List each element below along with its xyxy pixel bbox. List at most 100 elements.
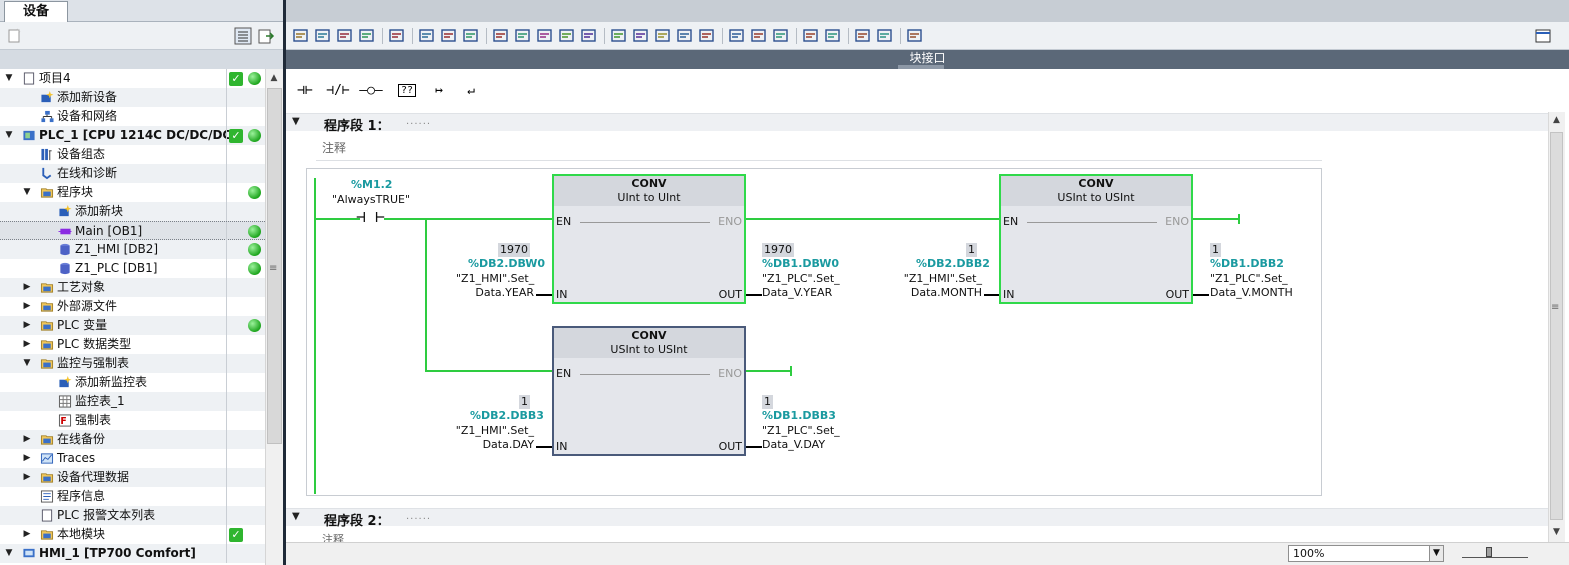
tree-item[interactable]: Main [OB1] (0, 221, 265, 241)
expanded-arrow-icon[interactable]: ▼ (4, 69, 14, 88)
expanded-arrow-icon[interactable]: ▼ (22, 354, 32, 373)
maximize-panel-icon[interactable] (1534, 27, 1552, 45)
export-icon[interactable] (257, 27, 275, 45)
conv-block-year[interactable]: CONV UInt to UInt EN ENO IN OUT (552, 174, 746, 304)
scroll-down-icon[interactable]: ▼ (1549, 525, 1564, 540)
close-branch-button[interactable]: ↵ (456, 78, 486, 104)
monitor-on-icon[interactable] (728, 27, 746, 45)
in-address[interactable]: %DB2.DBB3 (470, 409, 544, 422)
tree-item[interactable]: Z1_PLC [DB1] (0, 259, 265, 278)
expanded-arrow-icon[interactable]: ▼ (4, 544, 14, 563)
in-tag[interactable]: "Z1_HMI".Set_ Data.DAY (452, 424, 534, 452)
empty-box-icon[interactable] (536, 27, 554, 45)
network-comment[interactable]: 注释 (322, 139, 346, 156)
open-all-networks-icon[interactable] (418, 27, 436, 45)
out-tag[interactable]: "Z1_PLC".Set_ Data_V.MONTH (1210, 272, 1293, 300)
tree-item[interactable]: 添加新监控表 (0, 373, 265, 392)
block-interface-bar[interactable]: 块接口 (286, 50, 1569, 69)
in-address[interactable]: %DB2.DBW0 (468, 257, 545, 270)
zoom-slider-thumb[interactable] (1486, 547, 1492, 557)
absolute-operands-icon[interactable] (492, 27, 510, 45)
open-branch-icon[interactable] (558, 27, 576, 45)
conv-block-month[interactable]: CONV USInt to USInt EN ENO IN OUT (999, 174, 1193, 304)
tree-item[interactable]: 添加新设备 (0, 88, 265, 107)
chevron-down-icon[interactable]: ▼ (1429, 546, 1443, 561)
collapsed-arrow-icon[interactable]: ▶ (22, 430, 32, 449)
collapsed-arrow-icon[interactable]: ▶ (22, 525, 32, 544)
editor-scroll-thumb[interactable] (1550, 132, 1563, 520)
splitter-handle[interactable] (898, 65, 944, 69)
coil-button[interactable]: —○— (356, 78, 386, 104)
collapsed-arrow-icon[interactable]: ▶ (22, 449, 32, 468)
tab-devices[interactable]: 设备 (4, 1, 68, 22)
tree-item[interactable]: 设备组态 (0, 145, 265, 164)
tree-item[interactable]: ▶ 在线备份 (0, 430, 265, 449)
tree-item[interactable]: ▼ 监控与强制表 (0, 354, 265, 373)
tree-item[interactable]: ▶ Traces (0, 449, 265, 468)
tree-item[interactable]: F 强制表 (0, 411, 265, 430)
zoom-slider[interactable] (1462, 550, 1528, 558)
generate-sources-icon[interactable] (906, 27, 924, 45)
tree-item[interactable]: 程序信息 (0, 487, 265, 506)
network-title-placeholder[interactable]: ...... (406, 116, 431, 127)
tree-item[interactable]: ▶ 工艺对象 (0, 278, 265, 297)
nc-contact-button[interactable]: ⊣/⊢ (323, 78, 353, 104)
close-all-networks-icon[interactable] (440, 27, 458, 45)
monitor-off-icon[interactable] (750, 27, 768, 45)
network-comments-icon[interactable] (462, 27, 480, 45)
collapsed-arrow-icon[interactable]: ▶ (22, 468, 32, 487)
in-tag[interactable]: "Z1_HMI".Set_ Data.MONTH (898, 272, 982, 300)
go-to-prev-error-icon[interactable] (632, 27, 650, 45)
out-address[interactable]: %DB1.DBB2 (1210, 257, 1284, 270)
collapsed-arrow-icon[interactable]: ▶ (22, 316, 32, 335)
insert-row-icon[interactable] (336, 27, 354, 45)
network-1-header[interactable]: ▼ 程序段 1： ...... (286, 113, 1548, 134)
tree-item[interactable]: ▶ PLC 变量 (0, 316, 265, 335)
out-tag[interactable]: "Z1_PLC".Set_ Data_V.YEAR (762, 272, 840, 300)
collapse-triangle-icon[interactable]: ▼ (292, 511, 300, 522)
favorites-icon[interactable] (514, 27, 532, 45)
compare-icon[interactable] (676, 27, 694, 45)
tree-item[interactable]: ▶ PLC 数据类型 (0, 335, 265, 354)
collapsed-arrow-icon[interactable]: ▶ (22, 297, 32, 316)
update-call-icon[interactable] (654, 27, 672, 45)
no-contact-button[interactable]: ⊣⊢ (290, 78, 320, 104)
skip-icon[interactable] (824, 27, 842, 45)
collapsed-arrow-icon[interactable]: ▶ (22, 335, 32, 354)
in-address[interactable]: %DB2.DBB2 (916, 257, 990, 270)
open-branch-button[interactable]: ↦ (424, 78, 454, 104)
out-tag[interactable]: "Z1_PLC".Set_ Data_V.DAY (762, 424, 840, 452)
tree-item[interactable]: ▼ HMI_1 [TP700 Comfort] (0, 544, 265, 563)
close-branch-icon[interactable] (580, 27, 598, 45)
conv-block-day[interactable]: CONV USInt to USInt EN ENO IN OUT (552, 326, 746, 456)
block-types[interactable]: USInt to USInt (554, 343, 744, 357)
tree-item[interactable]: ▶ 设备代理数据 (0, 468, 265, 487)
out-address[interactable]: %DB1.DBB3 (762, 409, 836, 422)
contact-tag[interactable]: "AlwaysTRUE" (332, 193, 410, 206)
download-icon[interactable] (698, 27, 716, 45)
in-tag[interactable]: "Z1_HMI".Set_ Data.YEAR (456, 272, 534, 300)
go-to-next-error-icon[interactable] (610, 27, 628, 45)
collapse-triangle-icon[interactable]: ▼ (292, 116, 300, 127)
network-2-header[interactable]: ▼ 程序段 2： ...... (286, 508, 1548, 529)
expanded-arrow-icon[interactable]: ▼ (4, 126, 14, 145)
block-types[interactable]: UInt to UInt (554, 191, 744, 205)
insert-network-icon[interactable] (292, 27, 310, 45)
monitor-all-icon[interactable] (876, 27, 894, 45)
delete-network-icon[interactable] (314, 27, 332, 45)
no-contact[interactable]: ⊣ ⊢ (356, 207, 385, 226)
detail-view-icon[interactable] (234, 27, 252, 45)
tree-item[interactable]: ▶ 本地模块 ✓ (0, 525, 265, 544)
contact-address[interactable]: %M1.2 (351, 178, 392, 191)
tree-item[interactable]: PLC 报警文本列表 (0, 506, 265, 525)
empty-box-button[interactable]: ?? (392, 78, 422, 104)
zoom-select[interactable]: 100% ▼ (1288, 545, 1444, 562)
expanded-arrow-icon[interactable]: ▼ (22, 183, 32, 202)
tree-item[interactable]: ▼ 项目4 ✓ (0, 69, 265, 88)
block-types[interactable]: USInt to USInt (1001, 191, 1191, 205)
tree-item[interactable]: 添加新块 (0, 202, 265, 221)
step-icon[interactable] (772, 27, 790, 45)
out-address[interactable]: %DB1.DBW0 (762, 257, 839, 270)
append-row-icon[interactable] (358, 27, 376, 45)
tree-item[interactable]: 设备和网络 (0, 107, 265, 126)
